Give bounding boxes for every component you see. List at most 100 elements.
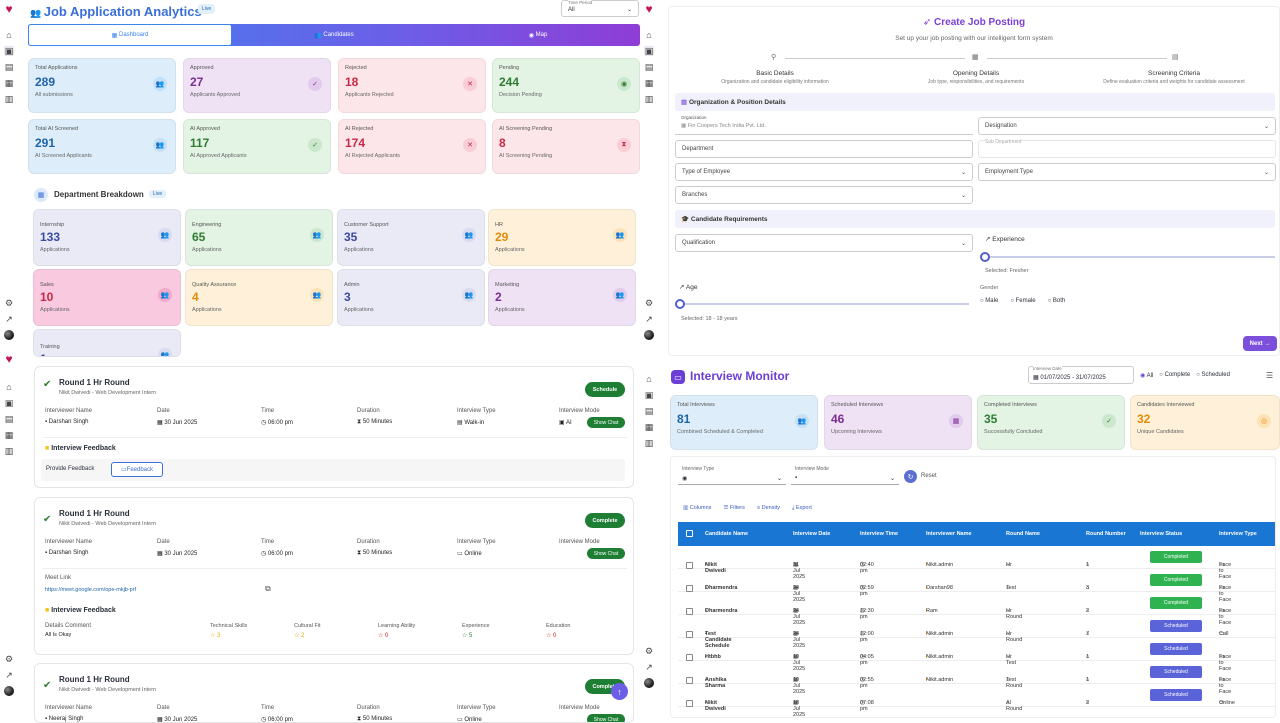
- column-header[interactable]: Round Name: [1006, 531, 1040, 537]
- user-avatar[interactable]: [4, 330, 14, 340]
- column-header[interactable]: Candidate Name: [705, 531, 748, 537]
- home-icon[interactable]: ⌂: [644, 374, 654, 384]
- calendar-icon[interactable]: ▦: [644, 422, 654, 432]
- interview-date-picker[interactable]: Interview Date ▦ 01/07/2025 - 31/07/2025: [1028, 366, 1134, 384]
- time-period-select[interactable]: Time Period All ⌄: [561, 0, 639, 17]
- briefcase-icon[interactable]: ▣: [4, 398, 14, 408]
- scroll-top-button[interactable]: ↑: [611, 683, 628, 700]
- app-logo-icon[interactable]: ♥: [5, 352, 12, 366]
- user-avatar[interactable]: [644, 330, 654, 340]
- briefcase-icon[interactable]: ▣: [4, 46, 14, 56]
- show-chat-button[interactable]: Show Chat: [587, 417, 625, 428]
- tab-map[interactable]: ◉ Map: [436, 24, 640, 46]
- employment-type-select[interactable]: Employment Type ⌄: [978, 163, 1276, 181]
- briefcase-icon[interactable]: ▣: [644, 390, 654, 400]
- clipboard-icon[interactable]: ▥: [644, 438, 654, 448]
- branches-select[interactable]: Branches ⌄: [675, 186, 973, 204]
- dept-card[interactable]: Customer Support 35 Applications 👥: [337, 209, 485, 266]
- interview-type-select[interactable]: Interview Type ◉ ⌄: [678, 466, 786, 485]
- column-header[interactable]: Interview Date: [793, 531, 830, 537]
- clipboard-icon[interactable]: ▥: [4, 446, 14, 456]
- step-screening[interactable]: Screening Criteria Define evaluation crit…: [1074, 70, 1274, 85]
- experience-slider-thumb[interactable]: [980, 252, 990, 262]
- select-all-checkbox[interactable]: [686, 530, 693, 539]
- user-avatar[interactable]: [4, 686, 14, 696]
- table-row[interactable]: ▪ Htbhb ▦ 19 Jul 2025 ◷ 04:05 pm ▪ Nikit.ad…: [678, 638, 1275, 672]
- refresh-icon[interactable]: ↻: [904, 470, 917, 483]
- reset-button[interactable]: Reset: [921, 473, 937, 479]
- feedback-button[interactable]: ▭ Feedback: [111, 462, 163, 477]
- settings-icon[interactable]: ⚙: [4, 298, 14, 308]
- clipboard-icon[interactable]: ▥: [4, 94, 14, 104]
- table-row[interactable]: ▪ Nikit Dwivedi ▦ 18 Jul 2025 ◷ 07:08 pm ⌂ …: [678, 684, 1275, 717]
- calendar-icon[interactable]: ▦: [4, 430, 14, 440]
- age-slider[interactable]: [679, 303, 969, 305]
- department-field[interactable]: Department: [675, 140, 973, 158]
- settings-icon[interactable]: ⚙: [4, 654, 14, 664]
- home-icon[interactable]: ⌂: [644, 30, 654, 40]
- document-icon[interactable]: ▤: [4, 62, 14, 72]
- qualification-select[interactable]: Qualification ⌄: [675, 234, 973, 252]
- interview-mode-select[interactable]: Interview Mode ▪ ⌄: [791, 466, 899, 485]
- age-slider-thumb[interactable]: [675, 299, 685, 309]
- app-logo-icon[interactable]: ♥: [5, 2, 12, 16]
- app-logo-icon[interactable]: ♥: [645, 2, 652, 16]
- step-opening[interactable]: Opening Details Job type, responsibilitie…: [890, 70, 1062, 85]
- meet-link[interactable]: https://meet.google.com/ope-mkjb-prf: [45, 587, 136, 593]
- tab-candidates[interactable]: 👥 Candidates: [232, 24, 436, 46]
- next-button[interactable]: Next →: [1243, 336, 1277, 351]
- schedule-button[interactable]: Schedule: [585, 382, 625, 397]
- briefcase-icon[interactable]: ▣: [644, 46, 654, 56]
- column-header[interactable]: Interview Time: [860, 531, 898, 537]
- export-button[interactable]: ⤓ Export: [792, 505, 812, 512]
- dept-card[interactable]: Sales 10 Applications 👥: [33, 269, 181, 326]
- column-header[interactable]: Interviewer Name: [926, 531, 972, 537]
- user-avatar[interactable]: [644, 678, 654, 688]
- designation-select[interactable]: Designation ⌄: [978, 117, 1276, 135]
- column-header[interactable]: Interview Type: [1219, 531, 1257, 537]
- document-icon[interactable]: ▤: [644, 62, 654, 72]
- organization-field[interactable]: Organization ▦ Fin Coopers Tech India Pv…: [675, 115, 973, 135]
- dept-card[interactable]: Internship 133 Applications 👥: [33, 209, 181, 266]
- show-chat-button[interactable]: Show Chat: [587, 548, 625, 559]
- filters-button[interactable]: ☰ Filters: [723, 505, 744, 512]
- radio-male[interactable]: ○ Male: [980, 298, 998, 304]
- step-basic[interactable]: Basic Details Organization and candidate …: [689, 70, 861, 85]
- experience-slider[interactable]: [985, 256, 1275, 258]
- menu-icon[interactable]: ☰: [1266, 371, 1273, 380]
- density-button[interactable]: ≡ Density: [757, 505, 780, 512]
- column-header[interactable]: Interview Status: [1140, 531, 1182, 537]
- radio-complete[interactable]: ○ Complete: [1159, 372, 1190, 379]
- dept-card[interactable]: Quality Assurance 4 Applications 👥: [185, 269, 333, 326]
- columns-button[interactable]: ▥ Columns: [683, 505, 711, 512]
- calendar-icon[interactable]: ▦: [644, 78, 654, 88]
- sub-department-field[interactable]: Sub Department: [978, 139, 1276, 158]
- tab-dashboard[interactable]: ▦ Dashboard: [28, 24, 232, 46]
- table-row[interactable]: ▪ Harshal: [678, 707, 1275, 717]
- home-icon[interactable]: ⌂: [4, 30, 14, 40]
- document-icon[interactable]: ▤: [4, 414, 14, 424]
- dept-card[interactable]: Engineering 65 Applications 👥: [185, 209, 333, 266]
- clipboard-icon[interactable]: ▥: [644, 94, 654, 104]
- radio-female[interactable]: ○ Female: [1010, 298, 1035, 304]
- radio-both[interactable]: ○ Both: [1048, 298, 1066, 304]
- dept-card[interactable]: Admin 3 Applications 👥: [337, 269, 485, 326]
- trend-icon[interactable]: ↗: [4, 314, 14, 324]
- table-row[interactable]: ▪ Anshika Sharma ▦ 19 Jul 2025 ◷ 02:55 pm ▪…: [678, 661, 1275, 695]
- radio-all[interactable]: ◉ All: [1140, 372, 1153, 379]
- calendar-icon[interactable]: ▦: [4, 78, 14, 88]
- settings-icon[interactable]: ⚙: [644, 298, 654, 308]
- table-row[interactable]: ▪ Nikit Dwivedi ▦ 31 Jul 2025 ◷ 02:40 pm ▪ …: [678, 546, 1275, 580]
- dept-card[interactable]: HR 29 Applications 👥: [488, 209, 636, 266]
- home-icon[interactable]: ⌂: [4, 382, 14, 392]
- dept-card[interactable]: Marketing 2 Applications 👥: [488, 269, 636, 326]
- trend-icon[interactable]: ↗: [644, 662, 654, 672]
- settings-icon[interactable]: ⚙: [644, 646, 654, 656]
- table-row[interactable]: ▪ Dharmendra ▦ 24 Jul 2025 ◷ 12:30 pm ▪ Ram…: [678, 592, 1275, 626]
- complete-button[interactable]: Complete: [585, 513, 625, 528]
- trend-icon[interactable]: ↗: [644, 314, 654, 324]
- column-header[interactable]: Round Number: [1086, 531, 1126, 537]
- dept-card[interactable]: Training 1👥: [33, 329, 181, 357]
- table-row[interactable]: ▪ Test Candidate Schedule ▦ 24 Jul 2025 ◷ …: [678, 615, 1275, 649]
- trend-icon[interactable]: ↗: [4, 670, 14, 680]
